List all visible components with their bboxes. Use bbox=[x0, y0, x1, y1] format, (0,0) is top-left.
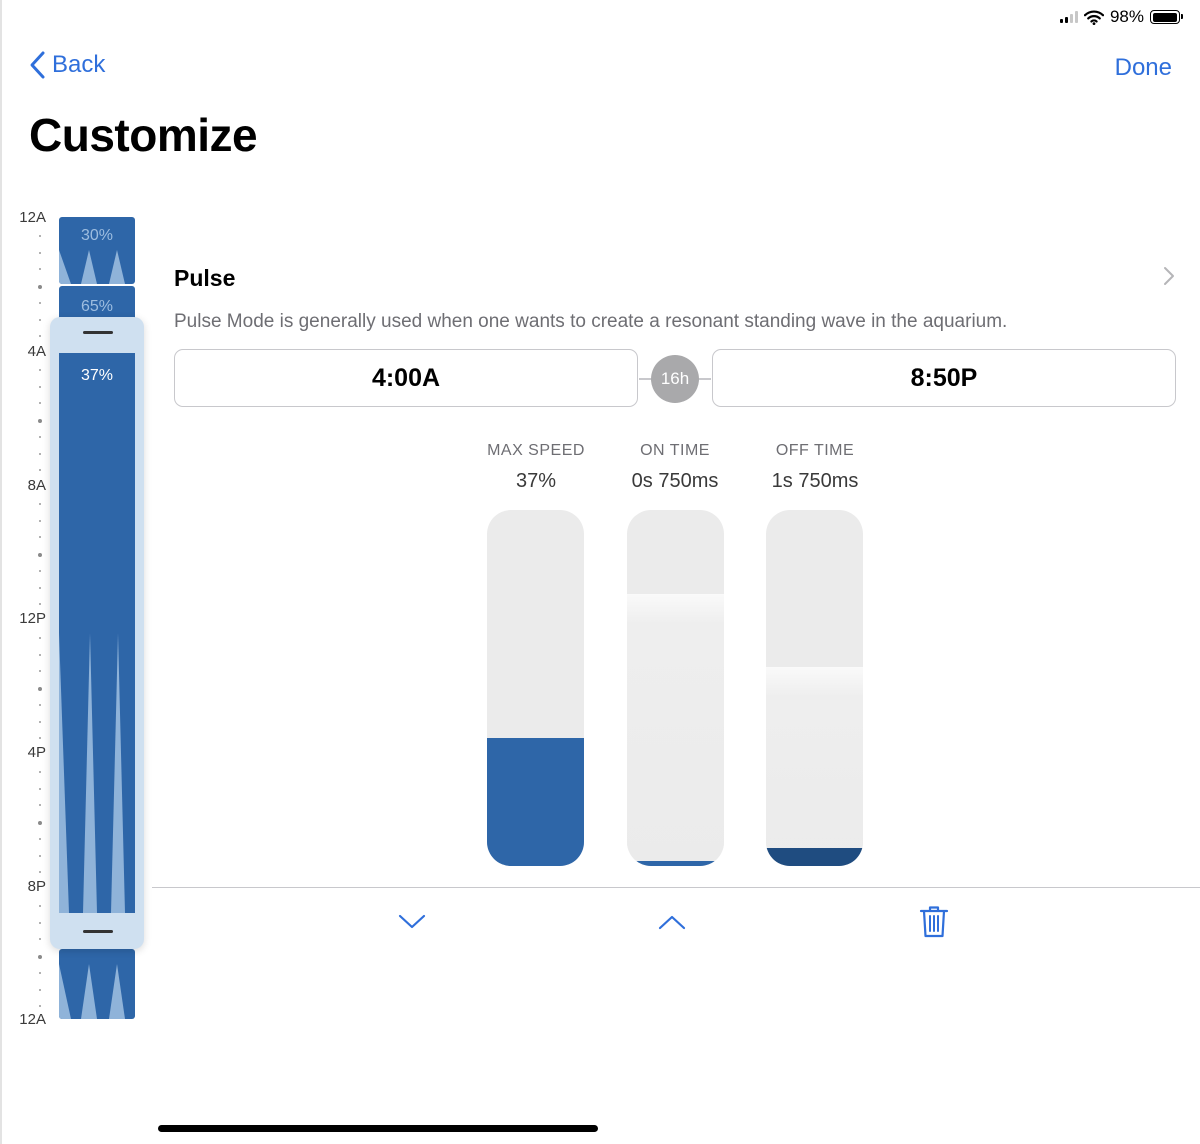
timeline-tick bbox=[39, 520, 41, 522]
timeline-tick bbox=[39, 302, 41, 304]
off-time-header: OFF TIME bbox=[775, 442, 855, 459]
wifi-icon bbox=[1083, 10, 1104, 25]
done-button[interactable]: Done bbox=[1115, 54, 1172, 82]
timeline-tick bbox=[39, 335, 41, 337]
timeline-tick bbox=[39, 386, 41, 388]
slider-fill bbox=[766, 848, 863, 866]
schedule-segment[interactable]: 30% bbox=[59, 217, 135, 284]
timeline-tick bbox=[39, 637, 41, 639]
chevron-left-icon bbox=[30, 51, 45, 79]
status-bar: 98% bbox=[1059, 6, 1183, 28]
timeline-tick bbox=[39, 587, 41, 589]
chevron-right-icon[interactable] bbox=[1163, 266, 1175, 286]
timeline-tick bbox=[39, 838, 41, 840]
timeline-tick bbox=[39, 369, 41, 371]
timeline-tick bbox=[39, 737, 41, 739]
timeline-tick bbox=[39, 469, 41, 471]
max-speed-value: 37% bbox=[515, 470, 557, 492]
timeline-tick bbox=[39, 1005, 41, 1007]
timeline-tick bbox=[38, 553, 42, 557]
off-time-slider[interactable] bbox=[766, 510, 863, 866]
timeline-tick bbox=[38, 955, 42, 959]
trash-icon[interactable] bbox=[919, 905, 949, 939]
timeline-label-12a: 12A bbox=[19, 209, 46, 226]
timeline-tick bbox=[39, 804, 41, 806]
pulse-wave-graphic bbox=[59, 633, 125, 913]
slider-fill bbox=[627, 860, 724, 866]
window-edge bbox=[0, 0, 2, 1144]
timeline-tick bbox=[39, 704, 41, 706]
timeline-tick bbox=[39, 654, 41, 656]
toolbar-divider bbox=[152, 887, 1200, 888]
timeline-tick bbox=[39, 319, 41, 321]
mode-description: Pulse Mode is generally used when one wa… bbox=[174, 311, 1008, 332]
timeline-tick bbox=[38, 419, 42, 423]
timeline-tick bbox=[39, 670, 41, 672]
cellular-signal-icon bbox=[1059, 11, 1078, 23]
segment-speed-label: 65% bbox=[80, 298, 114, 315]
timeline-tick bbox=[39, 771, 41, 773]
timeline-tick bbox=[39, 436, 41, 438]
selected-segment-speed-label: 37% bbox=[80, 367, 114, 384]
mode-title[interactable]: Pulse bbox=[174, 265, 235, 292]
slider-track-highlight bbox=[766, 666, 863, 866]
timeline-tick bbox=[39, 938, 41, 940]
timeline-label-12a-end: 12A bbox=[19, 1011, 46, 1028]
on-time-header: ON TIME bbox=[640, 442, 710, 459]
timeline-tick bbox=[39, 871, 41, 873]
resize-handle-top[interactable] bbox=[83, 331, 113, 334]
timeline-tick bbox=[38, 821, 42, 825]
segment-speed-label: 30% bbox=[80, 227, 114, 244]
timeline-tick bbox=[39, 268, 41, 270]
timeline-label-8a: 8A bbox=[27, 477, 46, 494]
battery-icon bbox=[1150, 10, 1183, 24]
resize-handle-bottom[interactable] bbox=[83, 930, 113, 933]
pulse-wave-graphic bbox=[59, 250, 125, 284]
timeline-tick bbox=[39, 922, 41, 924]
timeline-label-12p: 12P bbox=[19, 610, 46, 627]
back-button[interactable]: Back bbox=[28, 50, 105, 80]
timeline-tick bbox=[39, 855, 41, 857]
timeline-tick bbox=[39, 721, 41, 723]
selected-segment-bar: 37% bbox=[59, 353, 135, 913]
end-time-field[interactable]: 8:50P bbox=[712, 349, 1176, 407]
slider-track-highlight bbox=[627, 593, 724, 866]
slider-fill bbox=[487, 737, 584, 866]
off-time-value: 1s 750ms bbox=[771, 470, 859, 492]
timeline-tick bbox=[38, 687, 42, 691]
timeline-tick bbox=[39, 503, 41, 505]
page-title: Customize bbox=[29, 109, 258, 161]
selected-segment[interactable]: 37% bbox=[50, 317, 144, 949]
timeline-tick bbox=[39, 972, 41, 974]
chevron-up-icon[interactable] bbox=[658, 913, 686, 931]
on-time-value: 0s 750ms bbox=[631, 470, 719, 492]
battery-percent: 98% bbox=[1109, 7, 1144, 26]
timeline-tick bbox=[39, 235, 41, 237]
timeline-tick bbox=[39, 402, 41, 404]
chevron-down-icon[interactable] bbox=[398, 913, 426, 931]
timeline-tick bbox=[39, 603, 41, 605]
schedule-segment[interactable]: 65% bbox=[59, 286, 135, 320]
timeline-tick bbox=[39, 905, 41, 907]
back-label: Back bbox=[52, 51, 106, 78]
timeline-tick bbox=[39, 788, 41, 790]
timeline-tick bbox=[38, 285, 42, 289]
pulse-wave-graphic bbox=[59, 964, 125, 1019]
timeline-tick bbox=[39, 252, 41, 254]
on-time-slider[interactable] bbox=[627, 510, 724, 866]
duration-badge: 16h bbox=[651, 355, 699, 403]
max-speed-slider[interactable] bbox=[487, 510, 584, 866]
home-indicator bbox=[158, 1125, 598, 1132]
timeline-tick bbox=[39, 536, 41, 538]
start-time-field[interactable]: 4:00A bbox=[174, 349, 638, 407]
max-speed-header: MAX SPEED bbox=[487, 442, 585, 459]
timeline-tick bbox=[39, 453, 41, 455]
schedule-segment[interactable] bbox=[59, 949, 135, 1019]
timeline-label-4p: 4P bbox=[27, 744, 46, 761]
timeline-tick bbox=[39, 989, 41, 991]
timeline-tick bbox=[39, 570, 41, 572]
timeline-label-8p: 8P bbox=[27, 878, 46, 895]
timeline-label-4a: 4A bbox=[27, 343, 46, 360]
